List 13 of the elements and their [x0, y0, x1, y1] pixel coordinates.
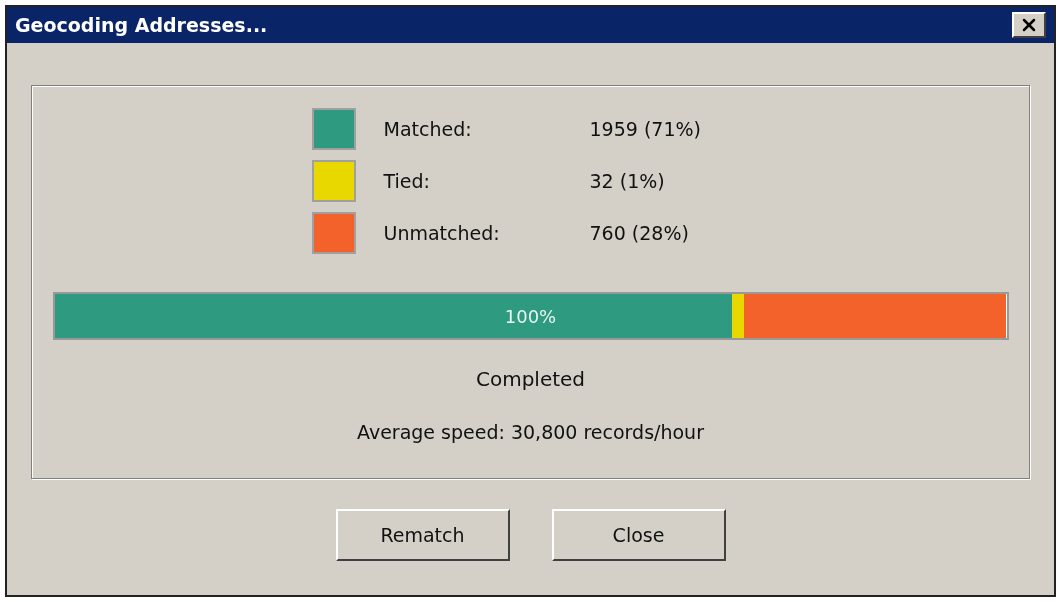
speed-text: Average speed: 30,800 records/hour [357, 420, 704, 445]
legend-label: Unmatched: [382, 220, 501, 246]
dialog-button[interactable]: Close [551, 509, 726, 561]
legend-label: Tied: [382, 168, 431, 194]
window-title: Geocoding Addresses... [15, 12, 268, 38]
legend-label: Matched: [382, 116, 473, 142]
close-button[interactable] [1012, 12, 1046, 38]
progress-label: 100% [504, 304, 557, 329]
status-text: Completed [475, 366, 586, 393]
legend-value: 760 (28%) [589, 220, 690, 246]
dialog-button[interactable]: Rematch [335, 509, 510, 561]
legend-value: 1959 (71%) [589, 116, 702, 142]
legend-value: 32 (1%) [589, 168, 666, 194]
